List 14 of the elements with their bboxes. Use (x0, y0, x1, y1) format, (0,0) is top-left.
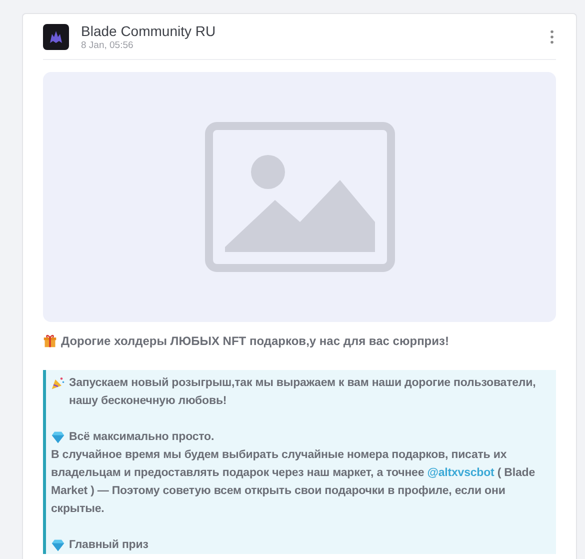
image-placeholder-icon (204, 122, 394, 272)
diamond-icon (51, 538, 65, 552)
quote-text: Всё максимально просто. (69, 430, 214, 445)
post-headline: Дорогие холдеры ЛЮБЫХ NFT подарков,у нас для вас сюрприз! (61, 334, 449, 348)
channel-avatar-icon (43, 24, 69, 50)
quote-paragraph: В случайное время мы будем выбирать случайные номера подарков, писать их владельцам и предоставлять подарок через наш маркет, а точнее @altxvscbot ( Blade Market ) — Поэтому советую всем открыть свои подарочки в профиле, если они скрытые. (51, 448, 536, 517)
quote-text: Главный приз (69, 538, 148, 553)
quote-text: Запускаем новый розыгрыш,так мы выражаем к вам наши дорогие пользователи, нашу бесконечную любовь! (69, 376, 537, 409)
party-popper-icon (51, 376, 65, 390)
channel-name[interactable]: Blade Community RU (81, 22, 550, 40)
more-options-icon[interactable] (550, 30, 554, 44)
gift-icon (43, 334, 57, 348)
post-date: 8 Jan, 05:56 (81, 40, 134, 52)
diamond-icon (51, 430, 65, 444)
